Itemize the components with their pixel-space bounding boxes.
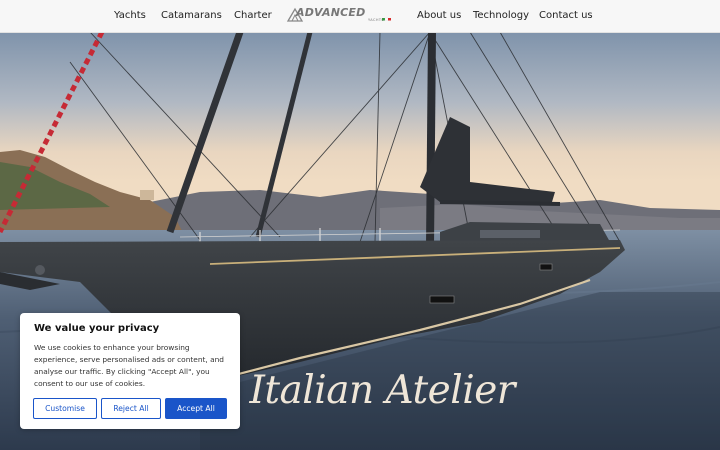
brand-logo[interactable]: ADVANCED YACHTS [286, 5, 398, 25]
nav-charter[interactable]: Charter [234, 0, 272, 32]
customise-button[interactable]: Customise [33, 398, 97, 419]
top-navigation: Yachts Catamarans Charter ADVANCED YACHT… [0, 0, 720, 33]
nav-yachts[interactable]: Yachts [114, 0, 146, 32]
logo-subtext: YACHTS [368, 18, 385, 22]
nav-about-us[interactable]: About us [417, 0, 461, 32]
accept-all-button[interactable]: Accept All [165, 398, 227, 419]
nav-contact-us[interactable]: Contact us [539, 0, 593, 32]
hero-headline: e Italian Atelier [215, 368, 515, 413]
cookie-consent-banner: We value your privacy We use cookies to … [20, 313, 240, 429]
logo-wordmark: ADVANCED [296, 6, 366, 19]
nav-technology[interactable]: Technology [473, 0, 529, 32]
nav-catamarans[interactable]: Catamarans [161, 0, 222, 32]
cookie-title: We value your privacy [34, 323, 160, 334]
reject-all-button[interactable]: Reject All [101, 398, 161, 419]
cookie-description: We use cookies to enhance your browsing … [34, 343, 225, 388]
